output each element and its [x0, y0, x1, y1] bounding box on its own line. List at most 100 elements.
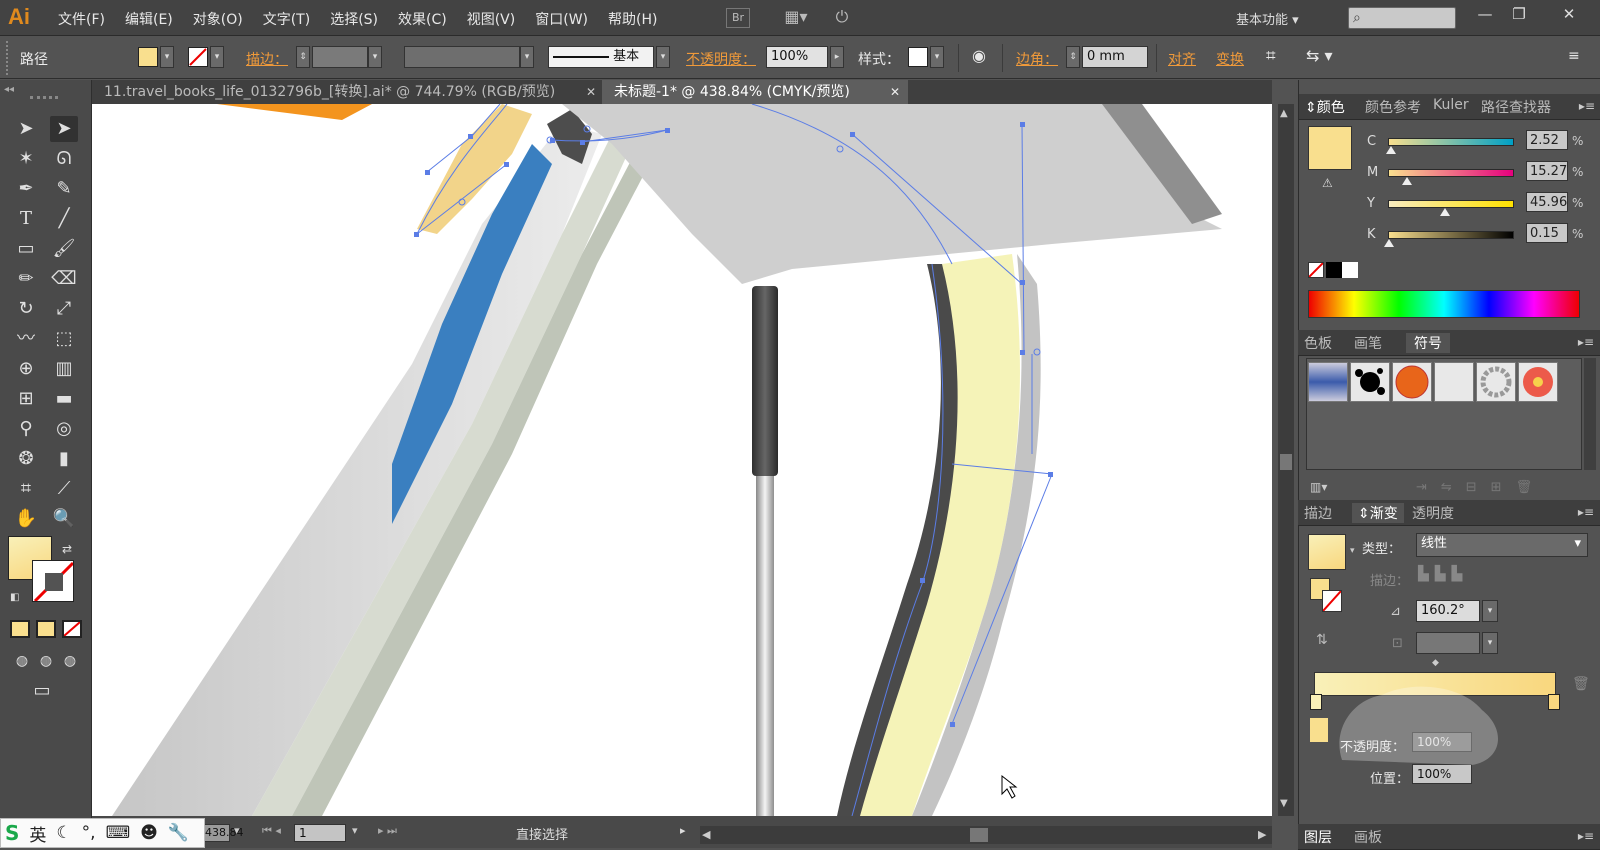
gradient-angle-field[interactable]: 160.2°: [1416, 600, 1480, 622]
vertical-scrollbar[interactable]: ▲ ▼: [1278, 104, 1294, 816]
gpu-performance-icon[interactable]: ⏻: [830, 8, 854, 28]
angle-dropdown[interactable]: ▾: [1482, 600, 1498, 622]
pen-tool-icon[interactable]: ✒: [12, 176, 40, 202]
artboard-number-field[interactable]: 1: [294, 824, 346, 842]
menu-edit[interactable]: 编辑(E): [125, 9, 173, 29]
swap-fill-stroke-icon[interactable]: ⇄: [62, 542, 72, 556]
keyboard-icon[interactable]: ⌨: [106, 823, 131, 843]
stop-color-chip[interactable]: [1310, 718, 1328, 742]
tab-transparency[interactable]: 透明度: [1412, 503, 1454, 523]
align-link[interactable]: 对齐: [1168, 49, 1196, 69]
rectangle-tool-icon[interactable]: ▭: [12, 236, 40, 262]
first-artboard-icon[interactable]: ⏮ ◂: [262, 824, 281, 838]
graphic-style-dropdown[interactable]: ▾: [930, 46, 944, 68]
black-value-field[interactable]: 0.15: [1526, 223, 1568, 243]
tab-swatches[interactable]: 色板: [1304, 333, 1332, 353]
control-bar-grip[interactable]: [6, 41, 10, 75]
tab-stroke[interactable]: 描边: [1304, 503, 1332, 523]
gradient-preset-dropdown[interactable]: ▾: [1350, 546, 1355, 556]
variable-width-profile[interactable]: [404, 46, 520, 68]
horizontal-scrollbar[interactable]: ◀ ▶: [700, 826, 1272, 844]
magenta-slider-thumb[interactable]: [1402, 177, 1412, 185]
eraser-tool-icon[interactable]: ⌫: [50, 266, 78, 292]
tab-color[interactable]: ⇕颜色: [1305, 97, 1345, 117]
close-button[interactable]: ✕: [1552, 3, 1586, 25]
curvature-tool-icon[interactable]: ✎: [50, 176, 78, 202]
stroke-weight-dropdown[interactable]: ▾: [368, 46, 382, 68]
gradient-tool-icon[interactable]: ▬: [50, 386, 78, 412]
isolate-object-icon[interactable]: ⌗: [1266, 46, 1276, 66]
artboard-dropdown[interactable]: ▾: [352, 824, 358, 837]
menu-file[interactable]: 文件(F): [58, 9, 105, 29]
white-color-chip[interactable]: [1342, 262, 1358, 278]
default-colors-icon[interactable]: ◧: [10, 592, 19, 603]
panel-menu-icon[interactable]: ▸≡: [1578, 829, 1594, 843]
menu-type[interactable]: 文字(T): [263, 9, 310, 29]
none-color-chip[interactable]: [1308, 262, 1324, 278]
aspect-ratio-field[interactable]: [1416, 632, 1480, 654]
yellow-slider[interactable]: [1388, 200, 1514, 208]
cyan-slider-thumb[interactable]: [1386, 146, 1396, 154]
column-graph-tool-icon[interactable]: ▮: [50, 446, 78, 472]
rotate-tool-icon[interactable]: ↻: [12, 296, 40, 322]
yellow-value-field[interactable]: 45.96: [1526, 192, 1568, 212]
tab-travel-books[interactable]: 11.travel_books_life_0132796b_[转换].ai* @…: [92, 80, 602, 104]
symbol-orange-button[interactable]: [1392, 362, 1432, 402]
minimize-button[interactable]: —: [1468, 3, 1502, 25]
midpoint-diamond-icon[interactable]: ◆: [1432, 658, 1439, 668]
line-segment-tool-icon[interactable]: ╱: [50, 206, 78, 232]
tab-untitled-1[interactable]: 未标题-1* @ 438.84% (CMYK/预览): [602, 80, 908, 104]
paintbrush-tool-icon[interactable]: 🖌: [50, 236, 78, 262]
fill-swatch[interactable]: [138, 47, 158, 67]
color-spectrum[interactable]: [1308, 290, 1580, 318]
artboard-tool-icon[interactable]: ⌗: [12, 476, 40, 502]
magenta-slider[interactable]: [1388, 169, 1514, 177]
scroll-left-icon[interactable]: ◀: [702, 828, 710, 841]
variable-width-dropdown[interactable]: ▾: [520, 46, 534, 68]
selection-tool-icon[interactable]: ➤: [12, 116, 40, 142]
brush-definition-field[interactable]: 基本: [548, 46, 654, 68]
yellow-slider-thumb[interactable]: [1440, 208, 1450, 216]
panel-menu-icon[interactable]: ▸≡: [1578, 505, 1594, 519]
zoom-dropdown[interactable]: ▾: [234, 824, 240, 837]
gradient-opacity-field[interactable]: 100%: [1412, 732, 1472, 752]
magenta-value-field[interactable]: 15.27: [1526, 161, 1568, 181]
warp-tool-icon[interactable]: 〰: [12, 326, 40, 352]
hand-tool-icon[interactable]: ✋: [12, 506, 40, 532]
stroke-gradient-options-icon[interactable]: ▙▙▙: [1418, 566, 1502, 590]
pencil-tool-icon[interactable]: ✏: [12, 266, 40, 292]
black-color-chip[interactable]: [1326, 262, 1342, 278]
help-search-input[interactable]: ⌕: [1348, 7, 1456, 29]
menu-object[interactable]: 对象(O): [193, 9, 243, 29]
next-artboard-icon[interactable]: ▸ ⏭: [378, 824, 397, 838]
control-panel-menu-icon[interactable]: ≡: [1568, 48, 1580, 64]
user-icon[interactable]: ☻: [140, 823, 158, 843]
mesh-tool-icon[interactable]: ⊞: [12, 386, 40, 412]
draw-inside-icon[interactable]: ◍: [56, 648, 84, 674]
wrench-icon[interactable]: 🔧: [168, 823, 189, 843]
panel-menu-icon[interactable]: ▸≡: [1579, 99, 1595, 113]
corner-label[interactable]: 边角：: [1016, 49, 1058, 69]
gradient-mode-button[interactable]: [36, 620, 56, 638]
symbol-actions-icons[interactable]: ⇥⇋⊟⊞🗑: [1416, 480, 1546, 495]
opacity-label[interactable]: 不透明度：: [686, 49, 756, 69]
stroke-dropdown[interactable]: ▾: [210, 46, 224, 68]
graphic-style-swatch[interactable]: [908, 47, 928, 67]
zoom-tool-icon[interactable]: 🔍: [50, 506, 78, 532]
stroke-color-box[interactable]: [32, 560, 74, 602]
corner-radius-field[interactable]: 0 mm: [1082, 46, 1148, 68]
perspective-grid-tool-icon[interactable]: ▥: [50, 356, 78, 382]
horizontal-scroll-thumb[interactable]: [970, 828, 988, 842]
gradient-position-field[interactable]: 100%: [1412, 764, 1472, 784]
delete-stop-icon[interactable]: 🗑: [1572, 676, 1590, 692]
brush-definition-dropdown[interactable]: ▾: [656, 46, 670, 68]
eyedropper-tool-icon[interactable]: ⚲: [12, 416, 40, 442]
reverse-gradient-icon[interactable]: ⇅: [1316, 632, 1328, 648]
stroke-weight-stepper[interactable]: ⇕: [296, 46, 310, 68]
scroll-up-icon[interactable]: ▲: [1280, 108, 1288, 119]
fill-dropdown[interactable]: ▾: [160, 46, 174, 68]
stroke-swatch[interactable]: [188, 47, 208, 67]
cyan-value-field[interactable]: 2.52: [1526, 130, 1568, 150]
gradient-stroke-chip[interactable]: [1322, 590, 1342, 612]
recolor-artwork-icon[interactable]: ◉: [972, 46, 986, 65]
